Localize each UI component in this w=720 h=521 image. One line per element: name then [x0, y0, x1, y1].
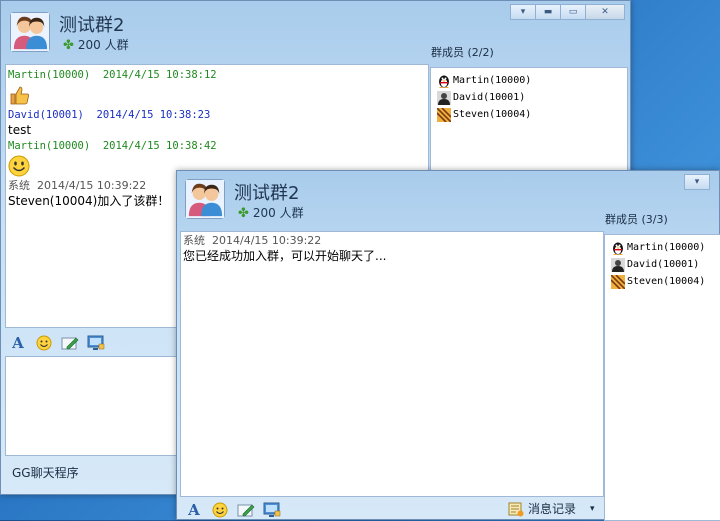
member-list: Martin(10000) David(10001) Steven(10004) — [430, 67, 628, 173]
edit-button[interactable] — [237, 501, 255, 519]
close-button[interactable]: ✕ — [585, 4, 625, 20]
clover-icon: ✤ — [63, 38, 74, 53]
font-icon: A — [188, 501, 200, 519]
message-body: test — [8, 123, 32, 137]
emoji-button[interactable] — [211, 501, 229, 519]
message-input[interactable] — [5, 356, 177, 456]
members-label: 群成员 (3/3) — [605, 213, 668, 226]
menu-dropdown-button[interactable]: ▾ — [684, 174, 710, 190]
format-toolbar: A — [9, 332, 105, 354]
font-button[interactable]: A — [9, 334, 27, 352]
group-avatar-icon — [186, 180, 224, 218]
window-title: 测试群2 — [234, 183, 300, 204]
clover-icon: ✤ — [238, 206, 249, 221]
window-controls: ▾ ▬ ▭ ✕ — [510, 4, 625, 20]
smiley-icon — [8, 155, 30, 177]
member-item[interactable]: Martin(10000) — [437, 72, 627, 89]
window-title: 测试群2 — [59, 15, 125, 36]
window-controls: ▾ — [684, 174, 710, 190]
group-size: ✤ 200 人群 — [238, 206, 304, 221]
member-item[interactable]: Martin(10000) — [611, 239, 720, 256]
message-history-icon — [508, 502, 524, 516]
message-header: David(10001) 2014/4/15 10:38:23 — [8, 109, 211, 121]
group-avatar[interactable] — [185, 179, 225, 219]
member-item[interactable]: David(10001) — [437, 89, 627, 106]
maximize-button[interactable]: ▭ — [560, 4, 586, 20]
smiley-icon — [212, 502, 228, 518]
avatar-icon — [611, 275, 625, 289]
chevron-down-icon[interactable]: ▾ — [590, 504, 595, 514]
chat-window-front: 测试群2 ✤ 200 人群 ▾ 群成员 (3/3) Martin(10000) D… — [176, 170, 720, 521]
message-header: 系统 2014/4/15 10:39:22 — [183, 234, 322, 247]
message-body — [8, 82, 428, 108]
message-history-button[interactable]: 消息记录 ▾ — [508, 500, 595, 517]
edit-button[interactable] — [61, 334, 79, 352]
penguin-icon — [611, 241, 625, 255]
member-item[interactable]: David(10001) — [611, 256, 720, 273]
message-body: 您已经成功加入群，可以开始聊天了... — [183, 249, 387, 263]
font-icon: A — [12, 334, 24, 352]
pencil-icon — [61, 337, 79, 350]
format-toolbar: A — [185, 499, 281, 521]
minimize-button[interactable]: ▬ — [535, 4, 561, 20]
menu-dropdown-button[interactable]: ▾ — [510, 4, 536, 20]
screenshot-button[interactable] — [263, 501, 281, 519]
group-avatar[interactable] — [10, 12, 50, 52]
chat-history[interactable]: 系统 2014/4/15 10:39:22 您已经成功加入群，可以开始聊天了..… — [180, 231, 604, 497]
group-avatar-icon — [11, 13, 49, 51]
group-size: ✤ 200 人群 — [63, 38, 129, 53]
footer-label: GG聊天程序 — [12, 466, 79, 480]
member-item[interactable]: Steven(10004) — [437, 106, 627, 123]
member-item[interactable]: Steven(10004) — [611, 273, 720, 290]
font-button[interactable]: A — [185, 501, 203, 519]
screenshot-icon — [87, 335, 105, 350]
thumbs-up-icon — [10, 86, 29, 105]
message-header: Martin(10000) 2014/4/15 10:38:12 — [8, 69, 217, 81]
avatar-icon — [611, 258, 625, 272]
avatar-icon — [437, 108, 451, 122]
penguin-icon — [437, 74, 451, 88]
members-label: 群成员 (2/2) — [431, 46, 494, 59]
emoji-button[interactable] — [35, 334, 53, 352]
avatar-icon — [437, 91, 451, 105]
screenshot-icon — [263, 502, 281, 517]
smiley-icon — [36, 335, 52, 351]
screenshot-button[interactable] — [87, 334, 105, 352]
member-list: Martin(10000) David(10001) Steven(10004) — [604, 234, 720, 521]
message-header: Martin(10000) 2014/4/15 10:38:42 — [8, 140, 217, 152]
pencil-icon — [237, 504, 255, 517]
